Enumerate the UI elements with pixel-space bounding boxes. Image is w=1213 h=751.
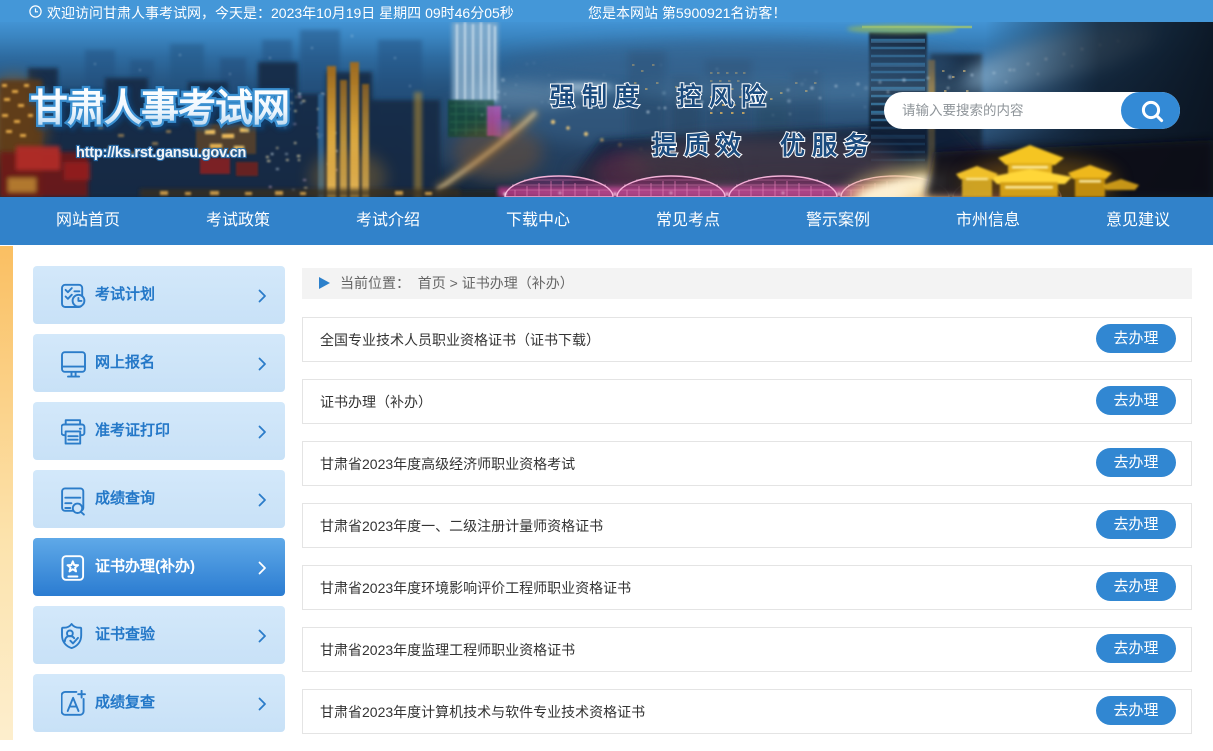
svg-text:控风险: 控风险	[677, 82, 773, 111]
svg-text:优服务: 优服务	[780, 132, 876, 160]
svg-text:强制度: 强制度	[550, 82, 646, 111]
svg-text:甘肃人事考试网: 甘肃人事考试网	[30, 88, 289, 130]
svg-text:http://ks.rst.gansu.gov.cn: http://ks.rst.gansu.gov.cn	[76, 145, 246, 161]
svg-text:提质效: 提质效	[652, 131, 748, 160]
